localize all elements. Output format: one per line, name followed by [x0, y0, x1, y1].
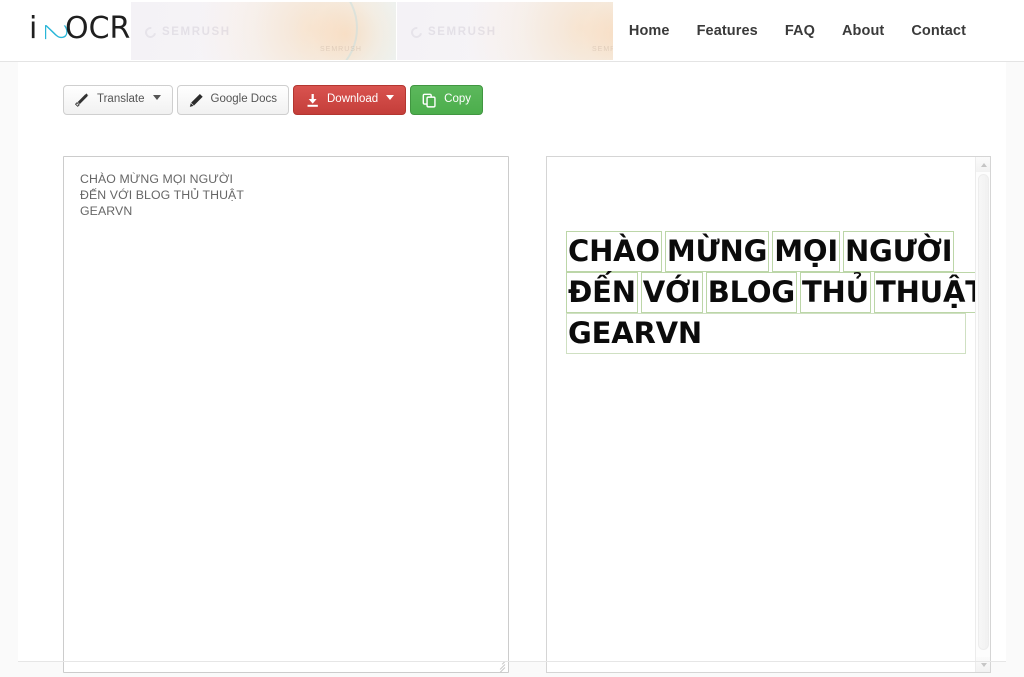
nav-item-about[interactable]: About: [842, 23, 884, 39]
source-image-with-boxes: CHÀO MỪNG MỌI NGƯỜI ĐẾN VỚI BLOG THỦ THUẬT GEARVN: [566, 231, 975, 354]
ocr-word-box: VỚI: [640, 272, 703, 313]
copy-label: Copy: [444, 93, 472, 106]
google-docs-label: Google Docs: [210, 93, 277, 106]
nav-item-faq[interactable]: FAQ: [785, 23, 815, 39]
google-docs-button[interactable]: Google Docs: [176, 85, 289, 115]
ad-sub-label: SEMRUSH: [319, 46, 362, 53]
scroll-down-button[interactable]: [976, 657, 990, 672]
download-icon: [307, 93, 318, 107]
svg-text:OCR: OCR: [65, 11, 130, 46]
footer-divider: [18, 661, 1006, 662]
ocr-word-box: THỦ: [799, 272, 871, 313]
ocr-word-box: BLOG: [705, 272, 797, 313]
download-label: Download: [327, 93, 379, 106]
semrush-ring-icon: [142, 24, 159, 40]
ocr-word-box: CHÀO: [566, 231, 662, 272]
chevron-down-icon: [152, 94, 161, 100]
ocr-word-box: MỪNG: [664, 231, 770, 272]
copy-icon: [422, 93, 436, 108]
triangle-down-icon: [980, 662, 987, 667]
magic-wand-icon: [75, 92, 89, 107]
ocr-line: ĐẾN VỚI BLOG THỦ THUẬT: [566, 272, 975, 313]
site-logo[interactable]: i 2 OCR: [27, 8, 147, 54]
site-header: i 2 OCR SEMRUSH SEMRUSH SEMRUSH SEMRUSH: [0, 0, 1024, 62]
ocr-text-input[interactable]: [64, 157, 508, 672]
nav-item-features[interactable]: Features: [697, 23, 758, 39]
translate-label: Translate: [97, 93, 145, 106]
ocr-word-box: GEARVN: [568, 316, 702, 350]
scroll-up-button[interactable]: [976, 157, 990, 172]
nav-item-contact[interactable]: Contact: [911, 23, 966, 39]
ocr-word-box: ĐẾN: [566, 272, 638, 313]
semrush-logo: SEMRUSH: [408, 24, 497, 40]
image-viewport: CHÀO MỪNG MỌI NGƯỜI ĐẾN VỚI BLOG THỦ THUẬT GEARVN: [547, 157, 975, 672]
semrush-logo: SEMRUSH: [142, 24, 231, 40]
ocr-line: CHÀO MỪNG MỌI NGƯỜI: [566, 231, 966, 272]
ad-brand-label: SEMRUSH: [428, 26, 497, 38]
ocr-line: GEARVN: [566, 313, 966, 354]
content-card: Translate Google Docs Download Copy CHÀO…: [18, 62, 1006, 673]
copy-button[interactable]: Copy: [410, 85, 484, 115]
ocr-word-box: THUẬT: [873, 272, 975, 313]
results-toolbar: Translate Google Docs Download Copy: [63, 85, 484, 115]
nav-item-home[interactable]: Home: [629, 23, 670, 39]
ocr-word-box: MỌI: [772, 231, 840, 272]
ad-brand-label: SEMRUSH: [162, 26, 231, 38]
ocr-text-panel: [63, 156, 509, 673]
pencil-icon: [189, 93, 203, 107]
ad-banner-left[interactable]: SEMRUSH SEMRUSH: [131, 2, 396, 60]
svg-text:i: i: [29, 11, 37, 46]
scrollbar-thumb[interactable]: [978, 174, 989, 650]
translate-button[interactable]: Translate: [63, 85, 173, 115]
download-button[interactable]: Download: [293, 85, 407, 115]
main-nav: Home Features FAQ About Contact: [612, 0, 966, 61]
i2ocr-logo-icon: i 2 OCR: [29, 11, 130, 46]
ocr-word-box: NGƯỜI: [842, 231, 955, 272]
chevron-down-icon: [386, 94, 395, 100]
triangle-up-icon: [980, 162, 987, 167]
image-panel-scrollbar[interactable]: [975, 157, 990, 672]
semrush-ring-icon: [408, 24, 425, 40]
ocr-image-panel: CHÀO MỪNG MỌI NGƯỜI ĐẾN VỚI BLOG THỦ THUẬT GEARVN: [546, 156, 991, 673]
page-root: i 2 OCR SEMRUSH SEMRUSH SEMRUSH SEMRUSH: [0, 0, 1024, 677]
